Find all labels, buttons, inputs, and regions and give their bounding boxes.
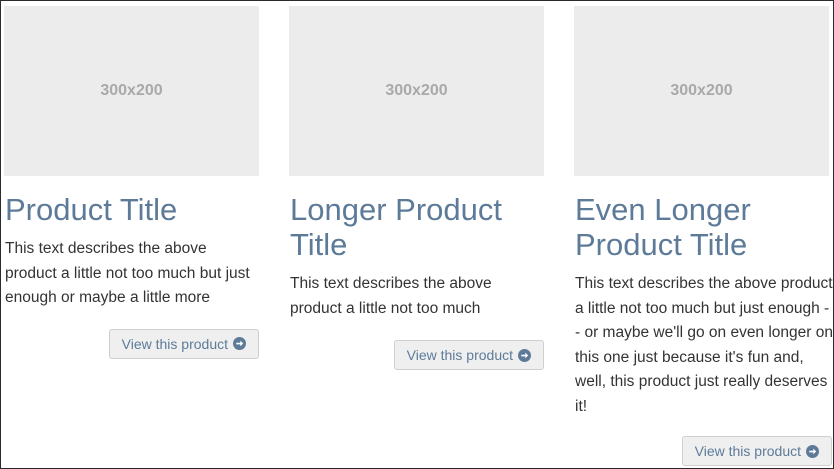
product-title: Longer Product Title — [290, 192, 502, 262]
product-card: 300x200 Product Title This text describe… — [4, 6, 259, 359]
view-product-button-label: View this product — [694, 443, 801, 459]
view-product-button[interactable]: View this product — [108, 328, 259, 359]
product-image-placeholder: 300x200 — [4, 6, 259, 176]
view-product-button-label: View this product — [121, 335, 228, 352]
product-title: Even Longer Product Title — [575, 192, 751, 262]
product-image-placeholder: 300x200 — [289, 6, 544, 176]
arrow-circle-right-icon — [518, 348, 531, 362]
image-placeholder-label: 300x200 — [385, 82, 448, 99]
product-description: This text describes the above product a … — [575, 275, 833, 415]
image-placeholder-label: 300x200 — [670, 82, 733, 99]
arrow-circle-right-icon — [233, 337, 246, 350]
product-card: 300x200 Even Longer Product Title This t… — [574, 6, 833, 466]
product-card: 300x200 Longer Product Title This text d… — [289, 6, 544, 370]
view-product-button[interactable]: View this product — [393, 340, 544, 370]
product-title: Product Title — [5, 192, 178, 227]
product-grid: 300x200 Product Title This text describe… — [0, 0, 834, 469]
product-image-placeholder: 300x200 — [574, 6, 829, 176]
arrow-circle-right-icon — [806, 444, 819, 458]
product-description: This text describes the above product a … — [5, 240, 250, 306]
view-product-button[interactable]: View this product — [681, 436, 832, 466]
view-product-button-label: View this product — [406, 347, 513, 363]
image-placeholder-label: 300x200 — [100, 82, 163, 99]
product-description: This text describes the above product a … — [290, 275, 492, 317]
